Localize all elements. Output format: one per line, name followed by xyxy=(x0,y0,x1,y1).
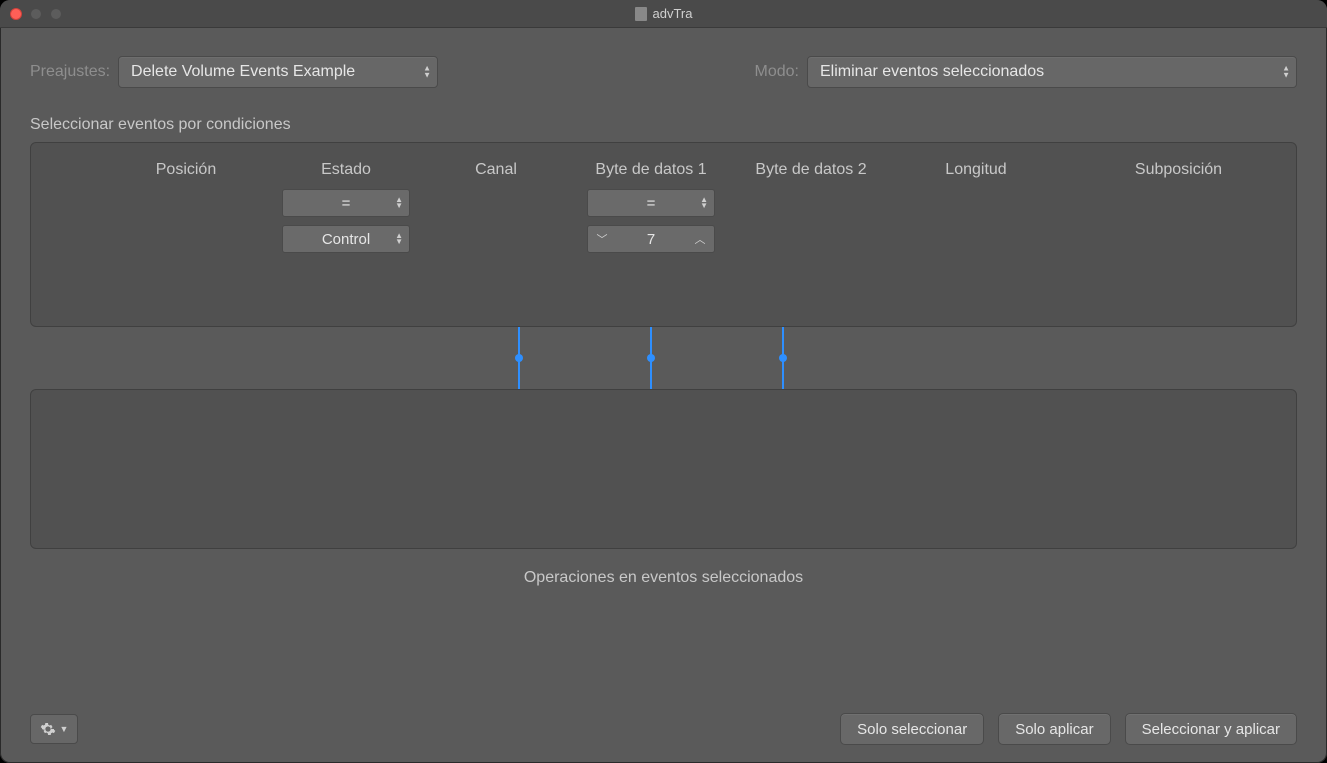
stepper-up-icon[interactable]: ︿ xyxy=(686,231,714,247)
data1-value: 7 xyxy=(616,231,686,248)
stepper-down-icon[interactable]: ﹀ xyxy=(588,231,616,247)
apply-only-button[interactable]: Solo aplicar xyxy=(998,713,1110,745)
app-window: advTra Preajustes: Delete Volume Events … xyxy=(0,0,1327,763)
presets-label: Preajustes: xyxy=(30,63,110,81)
titlebar: advTra xyxy=(0,0,1327,28)
window-title-text: advTra xyxy=(653,6,693,21)
chevron-updown-icon: ▲▼ xyxy=(395,233,403,245)
data1-operator-select[interactable]: = ▲▼ xyxy=(587,189,715,217)
presets-value: Delete Volume Events Example xyxy=(131,63,355,81)
chevron-updown-icon: ▲▼ xyxy=(423,66,431,79)
conditions-headers: Posición Estado Canal Byte de datos 1 By… xyxy=(31,155,1296,185)
state-value: Control xyxy=(322,231,370,248)
mode-label: Modo: xyxy=(755,63,799,81)
operations-title: Operaciones en eventos seleccionados xyxy=(30,569,1297,587)
gear-icon xyxy=(40,721,56,737)
col-subposition: Subposición xyxy=(1061,155,1296,185)
window-title: advTra xyxy=(0,6,1327,21)
window-controls xyxy=(0,8,62,20)
footer-bar: ▼ Solo seleccionar Solo aplicar Seleccio… xyxy=(30,713,1297,745)
col-channel: Canal xyxy=(421,155,571,185)
header-row: Preajustes: Delete Volume Events Example… xyxy=(30,56,1297,88)
state-value-select[interactable]: Control ▲▼ xyxy=(282,225,410,253)
chevron-updown-icon: ▲▼ xyxy=(700,197,708,209)
content-area: Preajustes: Delete Volume Events Example… xyxy=(0,28,1327,587)
divider-handle[interactable] xyxy=(518,327,520,389)
document-icon xyxy=(635,7,647,21)
data1-operator-value: = xyxy=(647,195,656,212)
state-operator-value: = xyxy=(342,195,351,212)
data1-value-stepper[interactable]: ﹀ 7 ︿ xyxy=(587,225,715,253)
operations-panel xyxy=(30,389,1297,549)
col-state: Estado xyxy=(271,155,421,185)
col-position: Posición xyxy=(101,155,271,185)
divider-zone xyxy=(30,327,1297,389)
select-only-button[interactable]: Solo seleccionar xyxy=(840,713,984,745)
conditions-panel: Posición Estado Canal Byte de datos 1 By… xyxy=(30,142,1297,327)
divider-handle[interactable] xyxy=(782,327,784,389)
select-and-apply-button[interactable]: Seleccionar y aplicar xyxy=(1125,713,1297,745)
mode-select[interactable]: Eliminar eventos seleccionados ▲▼ xyxy=(807,56,1297,88)
divider-handle[interactable] xyxy=(650,327,652,389)
zoom-icon[interactable] xyxy=(50,8,62,20)
col-length: Longitud xyxy=(891,155,1061,185)
chevron-down-icon: ▼ xyxy=(60,724,69,734)
close-icon[interactable] xyxy=(10,8,22,20)
mode-value: Eliminar eventos seleccionados xyxy=(820,63,1044,81)
chevron-updown-icon: ▲▼ xyxy=(395,197,403,209)
presets-select[interactable]: Delete Volume Events Example ▲▼ xyxy=(118,56,438,88)
minimize-icon[interactable] xyxy=(30,8,42,20)
settings-menu-button[interactable]: ▼ xyxy=(30,714,78,744)
col-data1: Byte de datos 1 xyxy=(571,155,731,185)
conditions-title: Seleccionar eventos por condiciones xyxy=(30,116,1297,134)
state-operator-select[interactable]: = ▲▼ xyxy=(282,189,410,217)
col-data2: Byte de datos 2 xyxy=(731,155,891,185)
chevron-updown-icon: ▲▼ xyxy=(1282,66,1290,79)
